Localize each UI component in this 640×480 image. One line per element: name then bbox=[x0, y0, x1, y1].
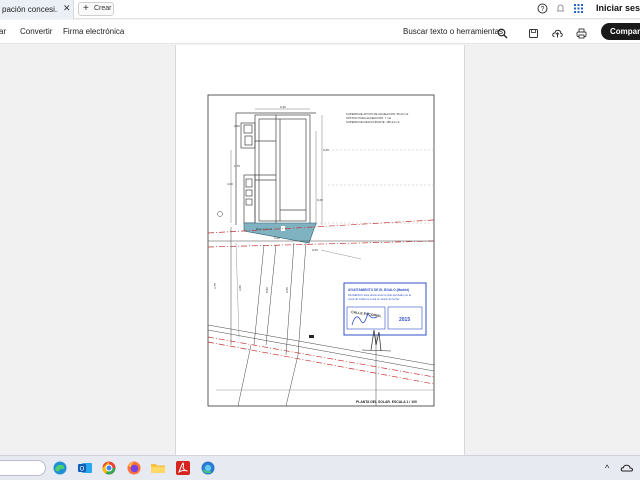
help-icon[interactable]: ? bbox=[537, 3, 548, 14]
share-button[interactable]: Compart bbox=[601, 23, 640, 40]
menu-item-convert[interactable]: Convertir bbox=[20, 27, 52, 36]
dim-left-small: 2,00 bbox=[234, 124, 240, 128]
edge-icon[interactable] bbox=[52, 460, 68, 476]
plus-icon: + bbox=[83, 3, 89, 14]
ghost-grid bbox=[316, 149, 434, 224]
active-tab[interactable]: pación concesi... ✕ bbox=[0, 0, 74, 19]
print-icon[interactable] bbox=[576, 26, 587, 39]
windows-taskbar: O ^ bbox=[0, 455, 640, 480]
dim-lower-left: 3,80 bbox=[238, 285, 242, 291]
floor-plan-drawing: SUPERFICIE APTOS DE ALINEACION: 55,23 m2… bbox=[207, 94, 435, 407]
plan-frame bbox=[207, 94, 435, 407]
bell-icon[interactable] bbox=[555, 3, 566, 14]
stamp-line-2: DILIGENCIA: Este documento ha sido aprob… bbox=[348, 293, 411, 297]
pdf-page: SUPERFICIE APTOS DE ALINEACION: 55,23 m2… bbox=[175, 45, 465, 457]
dim-mid-b: 9,65 bbox=[285, 287, 289, 293]
tray-chevron-icon[interactable]: ^ bbox=[605, 463, 609, 473]
apps-grid-icon[interactable] bbox=[573, 3, 584, 14]
stamp-line-1: AYUNTAMIENTO DE EL BOALO (Madrid) bbox=[348, 288, 409, 292]
utility-marker bbox=[309, 335, 314, 338]
dim-mid-a: 8,80 bbox=[265, 287, 269, 293]
approval-stamp: AYUNTAMIENTO DE EL BOALO (Madrid) DILIGE… bbox=[343, 282, 427, 352]
cloud-tray-icon[interactable] bbox=[620, 461, 636, 477]
taskbar-search-box[interactable] bbox=[0, 460, 46, 476]
plan-title: PLANTA DEL SOLAR. ESCALA 1 / 100 bbox=[356, 400, 417, 404]
dim-bottom-2: 0,60 bbox=[312, 248, 318, 252]
tab-close-icon[interactable]: ✕ bbox=[63, 3, 71, 14]
north-marker bbox=[217, 211, 223, 217]
firefox-icon[interactable] bbox=[126, 460, 142, 476]
dim-top-width: 6,20 bbox=[280, 105, 286, 109]
building-walls bbox=[235, 112, 316, 226]
browser-tab-strip: pación concesi... ✕ + Crear ? Iniciar se… bbox=[0, 0, 640, 19]
acrobat-toolbar: ar Convertir Firma electrónica Buscar te… bbox=[0, 20, 640, 44]
stamp-line-3: Junta de Gobierno Local en sesión de fec… bbox=[348, 297, 400, 301]
dim-bottom: 3,40 bbox=[274, 236, 280, 240]
search-tools-label[interactable]: Buscar texto o herramientas bbox=[403, 27, 503, 36]
highlighted-area bbox=[243, 222, 317, 244]
outlook-icon[interactable]: O bbox=[77, 460, 93, 476]
document-viewport[interactable]: SUPERFICIE APTOS DE ALINEACION: 55,23 m2… bbox=[0, 45, 640, 457]
header-note-3: SUPERFICIE DESOCUPANTE: 185,24 m2 bbox=[346, 120, 400, 124]
chrome-icon[interactable] bbox=[101, 460, 117, 476]
menu-item-esign[interactable]: Firma electrónica bbox=[63, 27, 124, 36]
menu-item-edit[interactable]: ar bbox=[0, 27, 6, 36]
tab-title: pación concesi... bbox=[2, 5, 58, 14]
share-button-label: Compart bbox=[610, 27, 640, 36]
new-tab-button[interactable]: + Crear bbox=[78, 2, 114, 16]
svg-text:?: ? bbox=[541, 6, 545, 13]
area-label: Bajo = 7 m2 bbox=[256, 227, 272, 231]
dim-left-small-2: 1,75 bbox=[234, 164, 240, 168]
acrobat-icon[interactable] bbox=[175, 460, 191, 476]
stamp-year: 2015 bbox=[399, 317, 410, 323]
dimension-lines bbox=[230, 108, 323, 225]
new-tab-label: Crear bbox=[94, 5, 112, 12]
dim-right-vertical-2: 9,25 bbox=[317, 198, 323, 202]
file-explorer-icon[interactable] bbox=[150, 460, 166, 476]
svg-text:O: O bbox=[80, 467, 85, 473]
highlight-marker bbox=[281, 226, 285, 231]
save-icon[interactable] bbox=[528, 26, 539, 38]
boundary-lines bbox=[207, 219, 435, 385]
dim-far-left: 3,75 bbox=[213, 283, 217, 289]
upload-cloud-icon[interactable] bbox=[552, 26, 563, 38]
sign-in-link[interactable]: Iniciar sesi bbox=[596, 3, 640, 13]
edge-alt-icon[interactable] bbox=[200, 460, 216, 476]
search-icon[interactable] bbox=[497, 26, 508, 39]
dim-left-vertical: 4,00 bbox=[227, 182, 233, 186]
